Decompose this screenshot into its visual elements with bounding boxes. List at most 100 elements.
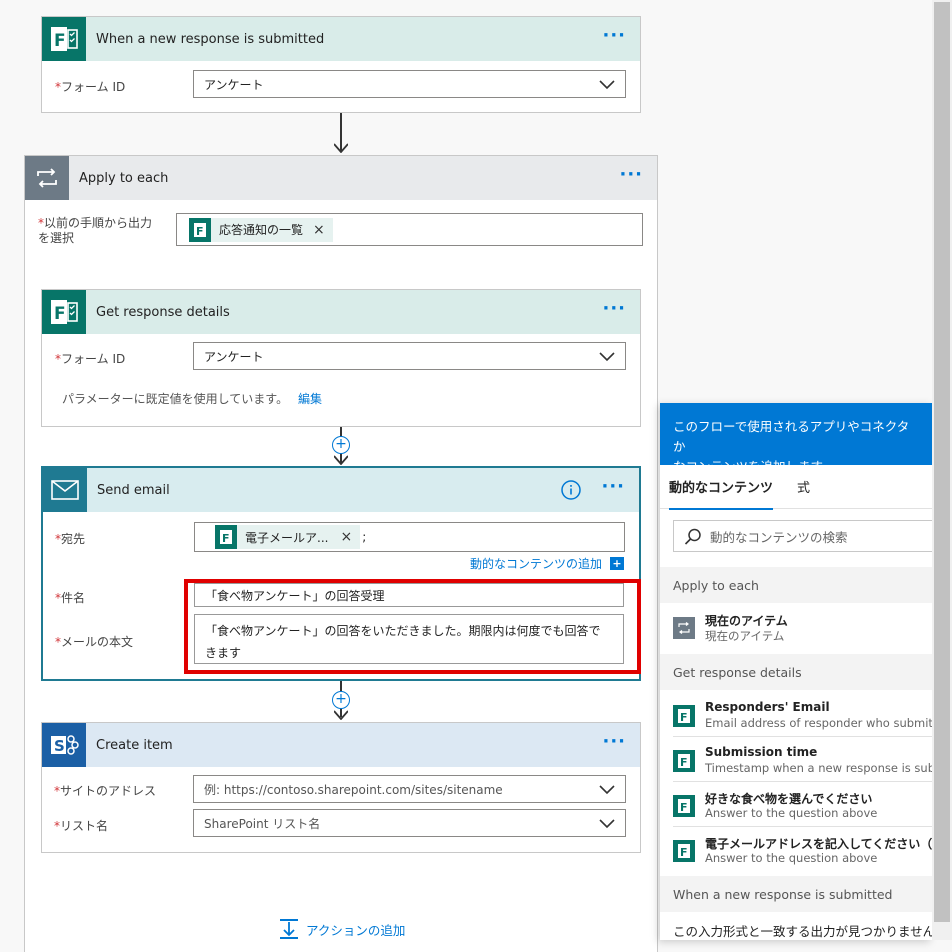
create-item-header[interactable]: S Create item ···	[42, 723, 640, 767]
token-email-address[interactable]: F 電子メールア... ×	[215, 525, 361, 549]
remove-token-icon[interactable]: ×	[313, 222, 325, 238]
forms-icon: F	[673, 840, 695, 862]
send-email-header[interactable]: Send email ···	[43, 468, 639, 512]
more-options-icon[interactable]: ···	[602, 733, 626, 751]
more-options-icon[interactable]: ···	[602, 27, 626, 45]
remove-token-icon[interactable]: ×	[340, 529, 352, 545]
site-address-placeholder: 例: https://contoso.sharepoint.com/sites/…	[204, 782, 503, 797]
body-input[interactable]: 「食べ物アンケート」の回答をいただきました。期限内は何度でも回答で きます	[194, 614, 624, 664]
create-item-title: Create item	[96, 737, 173, 753]
item-divider	[673, 781, 932, 782]
trigger-card: F When a new response is submitted ··· *…	[41, 16, 641, 113]
svg-text:F: F	[680, 756, 688, 768]
add-action-label: アクションの追加	[306, 922, 406, 938]
dynamic-item[interactable]: F 電子メールアドレスを記入してください（ Answer to the ques…	[660, 828, 932, 872]
dynamic-item-title: Submission time	[705, 745, 818, 759]
more-options-icon[interactable]: ···	[601, 478, 625, 496]
trigger-card-header[interactable]: F When a new response is submitted ···	[42, 17, 640, 61]
dynamic-item-title: 好きな食べ物を選んでください	[705, 792, 873, 806]
add-dynamic-content-icon[interactable]: +	[610, 557, 624, 570]
no-matching-outputs-note: この入力形式と一致する出力が見つかりません。	[673, 924, 932, 939]
dynamic-item[interactable]: F 好きな食べ物を選んでください Answer to the question …	[660, 783, 932, 827]
sharepoint-app-icon: S	[42, 723, 86, 767]
body-line-2: きます	[205, 646, 242, 660]
panel-header-line-1: このフローで使用されるアプリやコネクタか	[673, 419, 910, 454]
tab-dynamic-content[interactable]: 動的なコンテンツ	[669, 465, 774, 510]
add-dynamic-content-link[interactable]: 動的なコンテンツの追加	[470, 555, 602, 572]
svg-text:F: F	[54, 31, 66, 51]
forms-icon: F	[215, 525, 237, 549]
get-response-details-card: F Get response details ··· *フォーム ID アンケー…	[41, 289, 641, 427]
add-action-button[interactable]: アクションの追加	[278, 918, 405, 940]
form-id-label: *フォーム ID	[55, 80, 126, 94]
tab-expression[interactable]: 式	[797, 465, 810, 509]
default-params-note: パラメーターに既定値を使用しています。	[62, 392, 289, 406]
site-address-label: *サイトのアドレス	[54, 784, 157, 798]
select-output-input[interactable]: F 応答通知の一覧 ×	[176, 213, 643, 246]
dynamic-item[interactable]: 現在のアイテム 現在のアイテム	[660, 605, 932, 649]
add-action-icon	[280, 919, 298, 939]
token-label: 応答通知の一覧	[219, 223, 304, 237]
more-options-icon[interactable]: ···	[602, 300, 626, 318]
subject-label: *件名	[55, 591, 86, 605]
dynamic-item-subtitle: Email address of responder who submitted	[705, 716, 932, 730]
dynamic-content-panel: このフローで使用されるアプリやコネクタか なコンテンツを追加します。 動的なコン…	[660, 403, 932, 940]
to-input[interactable]: F 電子メールア... × ;	[194, 522, 625, 552]
section-get-response-details: Get response details	[660, 654, 932, 690]
trigger-title: When a new response is submitted	[96, 31, 325, 47]
loop-app-icon	[25, 156, 69, 200]
svg-text:S: S	[54, 737, 65, 755]
list-name-placeholder: SharePoint リスト名	[204, 816, 321, 831]
dynamic-item-title: 現在のアイテム	[705, 614, 788, 628]
to-label: *宛先	[55, 532, 86, 546]
item-divider	[673, 736, 932, 737]
site-address-dropdown[interactable]: 例: https://contoso.sharepoint.com/sites/…	[193, 775, 626, 803]
form-id-dropdown[interactable]: アンケート	[193, 342, 626, 370]
form-id-dropdown[interactable]: アンケート	[193, 70, 626, 98]
subject-value: 「食べ物アンケート」の回答受理	[205, 588, 385, 603]
body-line-1: 「食べ物アンケート」の回答をいただきました。期限内は何度でも回答で	[205, 624, 601, 638]
select-output-label: *以前の手順から出力 を選択	[38, 216, 153, 245]
chevron-down-icon	[599, 80, 615, 90]
dynamic-content-search-input[interactable]: 動的なコンテンツの検索	[673, 520, 932, 552]
token-response-list[interactable]: F 応答通知の一覧 ×	[189, 217, 333, 242]
section-apply-to-each: Apply to each	[660, 567, 932, 603]
section-trigger: When a new response is submitted	[660, 876, 932, 912]
body-label: *メールの本文	[55, 635, 134, 649]
subject-input[interactable]: 「食べ物アンケート」の回答受理	[194, 583, 624, 607]
forms-app-icon: F	[42, 17, 86, 61]
info-icon[interactable]	[561, 480, 581, 500]
panel-header: このフローで使用されるアプリやコネクタか なコンテンツを追加します。	[660, 403, 932, 474]
forms-icon: F	[673, 750, 695, 772]
chevron-down-icon	[599, 352, 615, 362]
create-item-card: S Create item ··· *サイトのアドレス 例: https://c…	[41, 722, 641, 853]
dynamic-item[interactable]: F Responders' Email Email address of res…	[660, 693, 932, 737]
dynamic-item[interactable]: F Submission time Timestamp when a new r…	[660, 738, 932, 782]
edit-link[interactable]: 編集	[298, 390, 322, 407]
apply-to-each-title: Apply to each	[79, 170, 169, 186]
arrow-down-icon	[334, 143, 348, 153]
form-id-value: アンケート	[204, 77, 264, 92]
loop-icon	[673, 617, 695, 639]
forms-icon: F	[673, 795, 695, 817]
more-options-icon[interactable]: ···	[619, 166, 643, 184]
dynamic-item-subtitle: Answer to the question above	[705, 851, 878, 865]
arrow-down-icon	[334, 455, 348, 465]
svg-text:F: F	[196, 225, 204, 237]
insert-step-plus-icon[interactable]: +	[332, 691, 350, 709]
dynamic-item-title: 電子メールアドレスを記入してください（	[705, 837, 932, 851]
form-id-label: *フォーム ID	[55, 352, 126, 366]
insert-step-plus-icon[interactable]: +	[332, 436, 350, 454]
svg-text:F: F	[54, 304, 66, 324]
get-details-header[interactable]: F Get response details ···	[42, 290, 640, 334]
forms-icon: F	[673, 705, 695, 727]
dynamic-item-title: Responders' Email	[705, 700, 830, 714]
list-name-dropdown[interactable]: SharePoint リスト名	[193, 809, 626, 837]
send-email-title: Send email	[97, 482, 170, 498]
scrollbar-thumb[interactable]	[934, 2, 950, 922]
dynamic-item-subtitle: 現在のアイテム	[705, 629, 785, 643]
chevron-down-icon	[599, 819, 615, 829]
to-separator: ;	[362, 530, 367, 544]
search-icon	[684, 528, 701, 545]
apply-to-each-header[interactable]: Apply to each ···	[25, 156, 657, 200]
